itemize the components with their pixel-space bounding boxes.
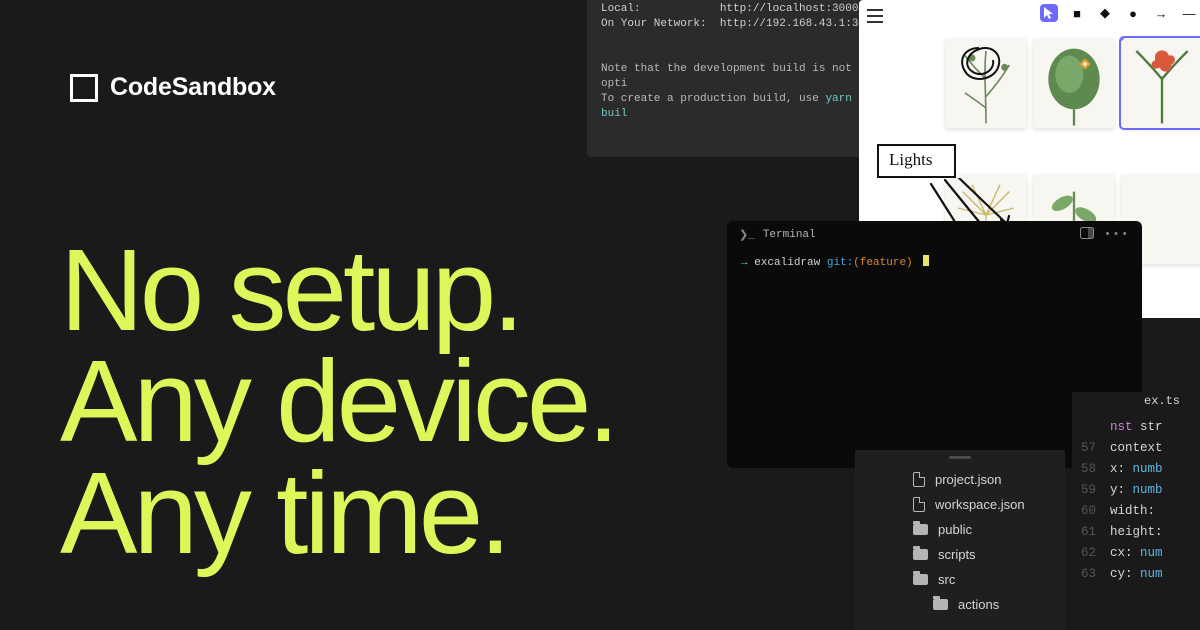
- prompt-arrow: →: [741, 257, 748, 269]
- file-item[interactable]: project.json: [855, 467, 1065, 492]
- prompt-git-label: git:: [827, 257, 853, 269]
- file-name: project.json: [935, 472, 1001, 487]
- code-line: 59y: numb: [1072, 479, 1200, 500]
- build-note-line-2: To create a production build, use: [601, 93, 825, 105]
- code-line: 61height:: [1072, 521, 1200, 542]
- prompt-chevron-icon: ❯_: [739, 228, 755, 242]
- file-explorer[interactable]: project.json workspace.json public scrip…: [855, 450, 1065, 630]
- terminal-body[interactable]: → excalidraw git:(feature): [727, 249, 1142, 275]
- tool-ellipse-icon[interactable]: ●: [1124, 4, 1142, 22]
- file-icon: [913, 472, 925, 487]
- headline-line-2: Any device.: [60, 346, 616, 457]
- code-editor[interactable]: ex.ts nst str 57context 58x: numb 59y: n…: [1072, 392, 1200, 630]
- tool-selection-icon[interactable]: [1040, 4, 1058, 22]
- code-line: 62cx: num: [1072, 542, 1200, 563]
- folder-item[interactable]: actions: [855, 592, 1065, 617]
- editor-tab[interactable]: ex.ts: [1072, 392, 1200, 416]
- folder-icon: [913, 524, 928, 535]
- code-line: 58x: numb: [1072, 458, 1200, 479]
- file-item[interactable]: workspace.json: [855, 492, 1065, 517]
- code-line: 57context: [1072, 437, 1200, 458]
- code-line: 60width:: [1072, 500, 1200, 521]
- logo-square-icon: [70, 74, 98, 102]
- brand-logo: CodeSandbox: [70, 73, 276, 102]
- folder-icon: [913, 549, 928, 560]
- tool-rectangle-icon[interactable]: ■: [1068, 4, 1086, 22]
- headline-line-3: Any time.: [60, 458, 616, 569]
- build-note-line-1: Note that the development build is not o…: [601, 62, 853, 92]
- folder-name: public: [938, 522, 972, 537]
- canvas-image-card-selected[interactable]: [1121, 38, 1200, 128]
- local-url: http://localhost:3000: [720, 3, 859, 15]
- more-icon[interactable]: •••: [1104, 229, 1130, 241]
- folder-name: actions: [958, 597, 999, 612]
- terminal-title: Terminal: [763, 229, 816, 241]
- folder-icon: [913, 574, 928, 585]
- code-line: 63cy: num: [1072, 563, 1200, 584]
- scribble-annotation: [953, 42, 1007, 86]
- prompt-dir: excalidraw: [754, 257, 820, 269]
- prompt-branch: (feature): [853, 257, 912, 269]
- file-name: workspace.json: [935, 497, 1025, 512]
- folder-name: scripts: [938, 547, 976, 562]
- folder-item[interactable]: public: [855, 517, 1065, 542]
- canvas-image-card[interactable]: [1033, 38, 1115, 128]
- hamburger-icon[interactable]: [867, 9, 883, 23]
- dev-server-terminal: Local: http://localhost:3000 On Your Net…: [587, 0, 867, 157]
- headline-line-1: No setup.: [60, 235, 616, 346]
- file-icon: [913, 497, 925, 512]
- folder-name: src: [938, 572, 955, 587]
- local-label: Local:: [601, 3, 641, 15]
- code-line: nst str: [1072, 416, 1200, 437]
- brand-name: CodeSandbox: [110, 73, 276, 102]
- tool-diamond-icon[interactable]: ◆: [1096, 4, 1114, 22]
- panel-drag-handle-icon[interactable]: [949, 456, 971, 459]
- cursor-icon: [923, 255, 929, 266]
- folder-icon: [933, 599, 948, 610]
- folder-item[interactable]: src: [855, 567, 1065, 592]
- network-label: On Your Network:: [601, 18, 707, 30]
- hero-headline: No setup. Any device. Any time.: [60, 235, 616, 569]
- folder-item[interactable]: scripts: [855, 542, 1065, 567]
- tool-arrow-icon[interactable]: →: [1152, 4, 1170, 22]
- tool-line-icon[interactable]: —: [1180, 4, 1198, 22]
- terminal-header: ❯_ Terminal •••: [727, 221, 1142, 249]
- network-url: http://192.168.43.1:3000: [720, 18, 867, 30]
- canvas-label[interactable]: Lights: [877, 144, 956, 178]
- split-pane-icon[interactable]: [1080, 227, 1094, 243]
